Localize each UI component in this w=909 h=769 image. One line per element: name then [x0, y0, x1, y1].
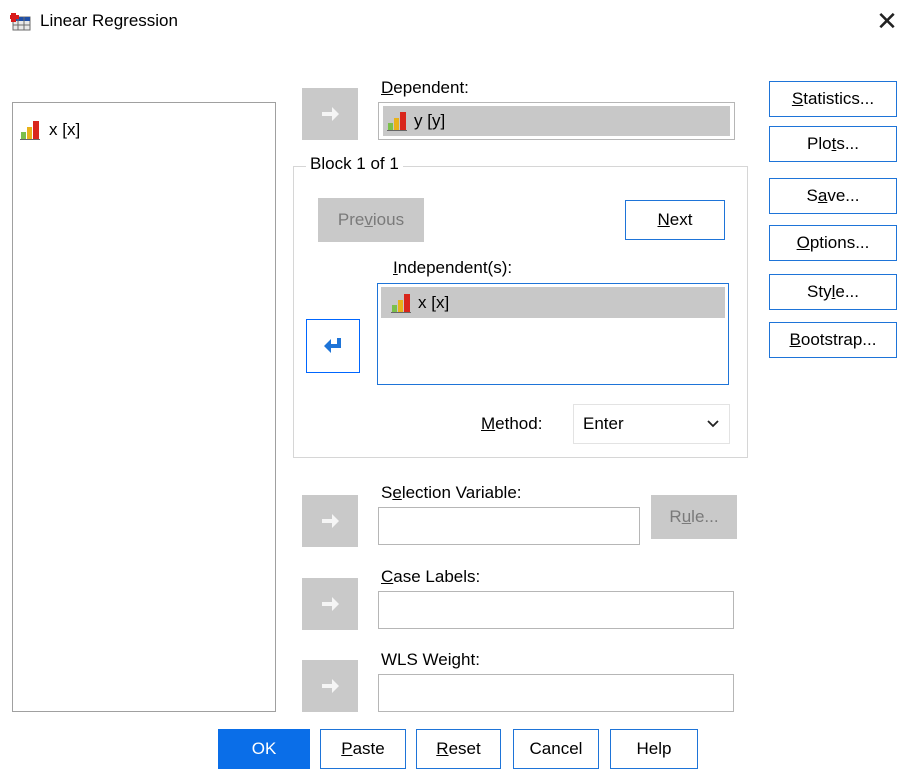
bootstrap-button[interactable]: Bootstrap... [769, 322, 897, 358]
dialog-icon [10, 10, 32, 32]
statistics-button[interactable]: Statistics... [769, 81, 897, 117]
dependent-item[interactable]: y [y] [383, 106, 730, 136]
list-item[interactable]: x [x] [381, 287, 725, 318]
dependent-value: y [y] [414, 111, 446, 130]
move-from-independent-button[interactable] [306, 319, 360, 373]
independent-label: Independent(s): [393, 258, 513, 277]
next-button[interactable]: Next [625, 200, 725, 240]
rule-button[interactable]: Ru le... [651, 495, 737, 539]
window-title: Linear Regression [40, 11, 178, 30]
list-item-label: x [x] [418, 292, 450, 312]
selection-variable-label: Selection Variable: [381, 483, 522, 502]
method-value: Enter [583, 414, 624, 433]
list-item-label: x [x] [49, 120, 81, 139]
independent-list[interactable]: x [x] [377, 283, 729, 385]
arrow-right-icon [322, 679, 339, 693]
paste-button[interactable]: Paste [320, 729, 406, 769]
selection-variable-field[interactable] [378, 507, 640, 545]
move-to-wls-weight-button[interactable] [302, 660, 358, 712]
wls-weight-label: WLS Weight: [381, 650, 480, 669]
close-icon[interactable]: ✕ [872, 6, 902, 36]
help-button[interactable]: Help [610, 729, 698, 769]
case-labels-field[interactable] [378, 591, 734, 629]
wls-weight-field[interactable] [378, 674, 734, 712]
style-button[interactable]: Sty l e... [769, 274, 897, 310]
dependent-field[interactable]: y [y] [378, 102, 735, 140]
list-item[interactable]: x [x] [20, 119, 80, 141]
move-to-dependent-button[interactable] [302, 88, 358, 140]
block-title: Block 1 of 1 [306, 154, 403, 174]
method-label: Method: [481, 414, 543, 433]
arrow-right-icon [322, 107, 339, 121]
previous-button[interactable]: Pre v ious [318, 198, 424, 242]
move-to-case-labels-button[interactable] [302, 578, 358, 630]
source-variable-list[interactable]: x [x] [12, 102, 276, 712]
cancel-button[interactable]: Cancel [513, 729, 599, 769]
arrow-back-icon [324, 338, 341, 353]
method-dropdown[interactable]: Enter [573, 404, 730, 444]
scale-variable-icon [391, 293, 411, 313]
options-button[interactable]: Options... [769, 225, 897, 261]
save-button[interactable]: Sa ve... [769, 178, 897, 214]
reset-button[interactable]: Reset [416, 729, 501, 769]
scale-variable-icon [387, 112, 407, 131]
case-labels-label: Case Labels: [381, 567, 481, 586]
ok-button[interactable]: OK [218, 729, 310, 769]
dependent-label: Dependent: [381, 78, 469, 97]
arrow-right-icon [322, 597, 339, 611]
scale-variable-icon [20, 121, 40, 140]
chevron-down-icon [707, 420, 719, 428]
plots-button[interactable]: Plo t s... [769, 126, 897, 162]
move-to-selection-button[interactable] [302, 495, 358, 547]
arrow-right-icon [322, 514, 339, 528]
